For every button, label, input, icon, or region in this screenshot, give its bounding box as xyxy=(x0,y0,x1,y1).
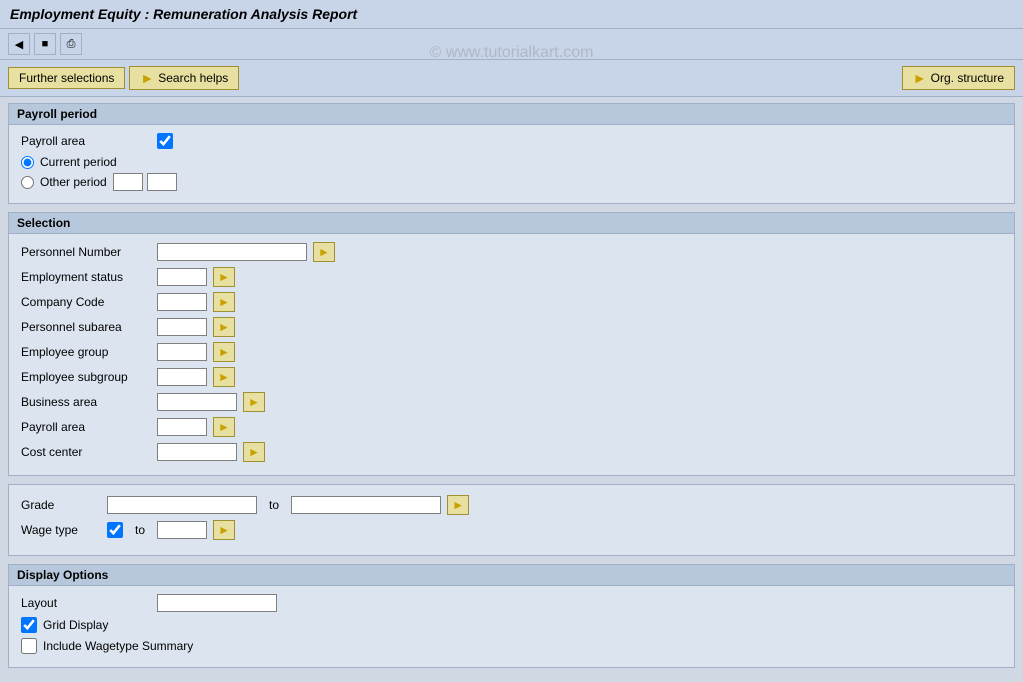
employee-subgroup-label: Employee subgroup xyxy=(21,370,151,384)
wagetype-to-input[interactable] xyxy=(157,521,207,539)
org-structure-label: Org. structure xyxy=(931,71,1004,85)
company-code-label: Company Code xyxy=(21,295,151,309)
personnel-subarea-arrow-btn[interactable]: ► xyxy=(213,317,235,337)
other-period-row: Other period xyxy=(21,173,1002,191)
employment-status-input[interactable] xyxy=(157,268,207,286)
employment-status-row: Employment status ► xyxy=(21,267,1002,287)
business-area-input[interactable] xyxy=(157,393,237,411)
other-period-inputs xyxy=(113,173,177,191)
payroll-period-section: Payroll period Payroll area Current peri… xyxy=(8,103,1015,204)
grid-display-checkbox[interactable] xyxy=(21,617,37,633)
include-wagetype-row: Include Wagetype Summary xyxy=(21,638,1002,654)
payroll-area-label: Payroll area xyxy=(21,134,151,148)
payroll-area-selection-row: Payroll area ► xyxy=(21,417,1002,437)
payroll-area-row: Payroll area xyxy=(21,133,1002,149)
grade-wagetype-section: Grade to ► Wage type to ► xyxy=(8,484,1015,556)
wagetype-checkbox[interactable] xyxy=(107,522,123,538)
payroll-period-body: Payroll area Current period Other period xyxy=(9,125,1014,203)
selection-header: Selection xyxy=(9,213,1014,234)
display-options-body: Layout Grid Display Include Wagetype Sum… xyxy=(9,586,1014,667)
search-helps-arrow-icon: ► xyxy=(140,70,154,86)
grade-arrow-btn[interactable]: ► xyxy=(447,495,469,515)
other-period-input2[interactable] xyxy=(147,173,177,191)
toolbar: ◀ ■ ⎙ © www.tutorialkart.com xyxy=(0,29,1023,60)
other-period-label: Other period xyxy=(40,175,107,189)
wagetype-to-label: to xyxy=(135,523,145,537)
employee-group-label: Employee group xyxy=(21,345,151,359)
other-period-radio[interactable] xyxy=(21,176,34,189)
current-period-label: Current period xyxy=(40,155,117,169)
personnel-number-input[interactable] xyxy=(157,243,307,261)
employee-group-arrow-btn[interactable]: ► xyxy=(213,342,235,362)
personnel-subarea-row: Personnel subarea ► xyxy=(21,317,1002,337)
business-area-row: Business area ► xyxy=(21,392,1002,412)
company-code-row: Company Code ► xyxy=(21,292,1002,312)
layout-input[interactable] xyxy=(157,594,277,612)
page-title: Employment Equity : Remuneration Analysi… xyxy=(10,6,357,22)
wagetype-row: Wage type to ► xyxy=(21,520,1002,540)
display-options-section: Display Options Layout Grid Display Incl… xyxy=(8,564,1015,668)
personnel-subarea-input[interactable] xyxy=(157,318,207,336)
grid-display-row: Grid Display xyxy=(21,617,1002,633)
org-structure-arrow-icon: ► xyxy=(913,70,927,86)
main-content: Payroll period Payroll area Current peri… xyxy=(0,97,1023,682)
payroll-area-checkbox[interactable] xyxy=(157,133,173,149)
employment-status-arrow-btn[interactable]: ► xyxy=(213,267,235,287)
payroll-area-selection-label: Payroll area xyxy=(21,420,151,434)
business-area-arrow-btn[interactable]: ► xyxy=(243,392,265,412)
payroll-area-selection-input[interactable] xyxy=(157,418,207,436)
payroll-period-header: Payroll period xyxy=(9,104,1014,125)
current-period-row: Current period xyxy=(21,155,1002,169)
include-wagetype-label: Include Wagetype Summary xyxy=(43,639,193,653)
further-selections-button[interactable]: Further selections xyxy=(8,67,125,89)
personnel-number-arrow-btn[interactable]: ► xyxy=(313,242,335,262)
selection-body: Personnel Number ► Employment status ► C… xyxy=(9,234,1014,475)
personnel-subarea-label: Personnel subarea xyxy=(21,320,151,334)
wagetype-label: Wage type xyxy=(21,523,101,537)
print-icon[interactable]: ⎙ xyxy=(60,33,82,55)
employment-status-label: Employment status xyxy=(21,270,151,284)
selection-section: Selection Personnel Number ► Employment … xyxy=(8,212,1015,476)
grade-label: Grade xyxy=(21,498,101,512)
cost-center-input[interactable] xyxy=(157,443,237,461)
employee-subgroup-input[interactable] xyxy=(157,368,207,386)
cost-center-row: Cost center ► xyxy=(21,442,1002,462)
back-icon[interactable]: ◀ xyxy=(8,33,30,55)
business-area-label: Business area xyxy=(21,395,151,409)
further-selections-label: Further selections xyxy=(19,71,114,85)
search-helps-label: Search helps xyxy=(158,71,228,85)
employee-subgroup-arrow-btn[interactable]: ► xyxy=(213,367,235,387)
employee-group-row: Employee group ► xyxy=(21,342,1002,362)
grade-to-label: to xyxy=(269,498,279,512)
employee-group-input[interactable] xyxy=(157,343,207,361)
layout-label: Layout xyxy=(21,596,151,610)
other-period-input1[interactable] xyxy=(113,173,143,191)
org-structure-button[interactable]: ► Org. structure xyxy=(902,66,1015,90)
current-period-radio[interactable] xyxy=(21,156,34,169)
grid-display-label: Grid Display xyxy=(43,618,108,632)
grade-row: Grade to ► xyxy=(21,495,1002,515)
save-icon[interactable]: ■ xyxy=(34,33,56,55)
display-options-header: Display Options xyxy=(9,565,1014,586)
search-helps-button[interactable]: ► Search helps xyxy=(129,66,239,90)
company-code-arrow-btn[interactable]: ► xyxy=(213,292,235,312)
include-wagetype-checkbox[interactable] xyxy=(21,638,37,654)
payroll-area-selection-arrow-btn[interactable]: ► xyxy=(213,417,235,437)
cost-center-arrow-btn[interactable]: ► xyxy=(243,442,265,462)
wagetype-arrow-btn[interactable]: ► xyxy=(213,520,235,540)
layout-row: Layout xyxy=(21,594,1002,612)
personnel-number-row: Personnel Number ► xyxy=(21,242,1002,262)
employee-subgroup-row: Employee subgroup ► xyxy=(21,367,1002,387)
button-bar: Further selections ► Search helps ► Org.… xyxy=(0,60,1023,97)
title-bar: Employment Equity : Remuneration Analysi… xyxy=(0,0,1023,29)
grade-to-input[interactable] xyxy=(291,496,441,514)
cost-center-label: Cost center xyxy=(21,445,151,459)
company-code-input[interactable] xyxy=(157,293,207,311)
personnel-number-label: Personnel Number xyxy=(21,245,151,259)
grade-from-input[interactable] xyxy=(107,496,257,514)
